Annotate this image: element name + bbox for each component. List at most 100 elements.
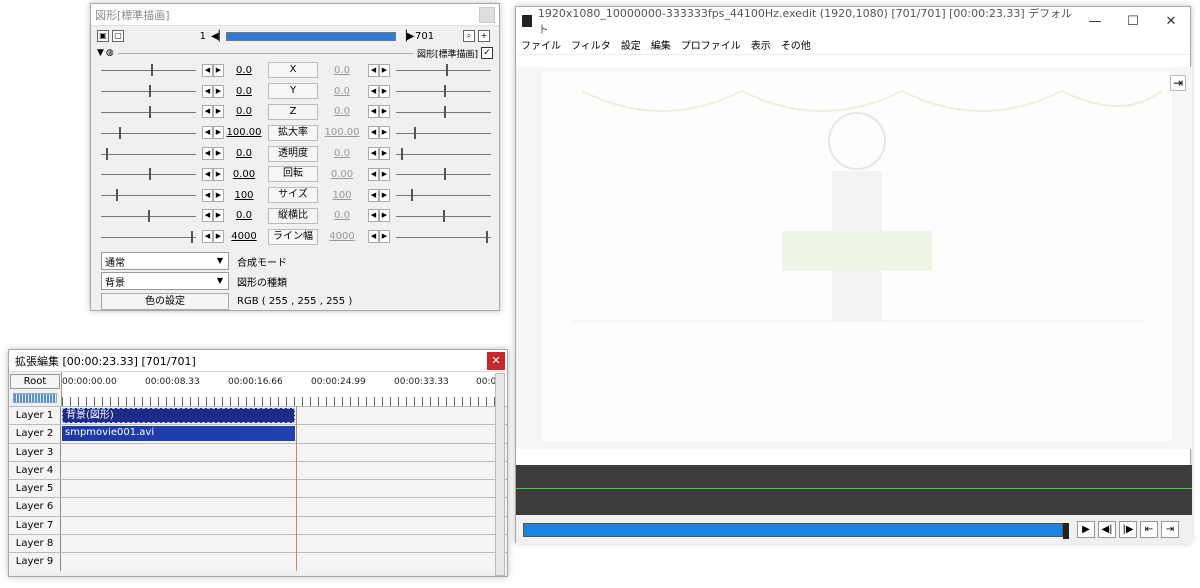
- param-slider-right[interactable]: [396, 63, 491, 77]
- pin-icon[interactable]: ⇥: [1170, 75, 1186, 91]
- param-value-left[interactable]: 0.0: [224, 106, 264, 117]
- param-slider-right[interactable]: [396, 209, 491, 223]
- param-stepper-left[interactable]: ◀ ▶: [202, 126, 224, 140]
- camera-icon[interactable]: ▣: [97, 30, 109, 42]
- collapse-icon[interactable]: ▼: [97, 48, 104, 58]
- play-icon[interactable]: ▶: [1077, 521, 1095, 538]
- param-value-right[interactable]: 0.0: [322, 148, 362, 159]
- param-value-left[interactable]: 0.0: [224, 148, 264, 159]
- step-forward-icon[interactable]: |▶: [1119, 521, 1137, 538]
- param-value-left[interactable]: 0.0: [224, 65, 264, 76]
- param-value-left[interactable]: 0.00: [224, 169, 264, 180]
- param-slider-left[interactable]: [101, 167, 196, 181]
- param-value-left[interactable]: 100.00: [224, 127, 264, 138]
- param-slider-left[interactable]: [101, 188, 196, 202]
- param-slider-left[interactable]: [101, 84, 196, 98]
- playhead-line[interactable]: [296, 406, 297, 571]
- param-stepper-left[interactable]: ◀ ▶: [202, 167, 224, 181]
- param-slider-left[interactable]: [101, 230, 196, 244]
- seek-knob[interactable]: [1063, 522, 1069, 539]
- zoom-slider[interactable]: [13, 393, 57, 403]
- main-seek-bar[interactable]: [523, 522, 1069, 539]
- param-value-right[interactable]: 0.0: [322, 106, 362, 117]
- layer-lane[interactable]: [61, 553, 507, 571]
- param-value-right[interactable]: 0.00: [322, 169, 362, 180]
- param-slider-right[interactable]: [396, 167, 491, 181]
- param-stepper-right[interactable]: ◀ ▶: [368, 230, 390, 244]
- layer-lane[interactable]: [61, 498, 507, 516]
- param-stepper-right[interactable]: ◀ ▶: [368, 84, 390, 98]
- layer-button[interactable]: Layer 8: [9, 535, 61, 553]
- jump-end-icon[interactable]: ⇥: [1161, 521, 1179, 538]
- maximize-icon[interactable]: ☐: [1114, 14, 1152, 29]
- param-name-button[interactable]: Z: [268, 103, 318, 120]
- param-slider-left[interactable]: [101, 147, 196, 161]
- layer-button[interactable]: Layer 9: [9, 553, 61, 571]
- menu-item[interactable]: ファイル: [521, 37, 561, 52]
- param-slider-right[interactable]: [396, 230, 491, 244]
- param-slider-right[interactable]: [396, 126, 491, 140]
- time-ruler[interactable]: 00:00:00.00 00:00:08.33 00:00:16.66 00:00:2…: [61, 372, 507, 406]
- param-name-button[interactable]: ライン幅: [268, 228, 318, 245]
- param-stepper-left[interactable]: ◀ ▶: [202, 105, 224, 119]
- next-frame-icon[interactable]: ▕▶: [399, 31, 414, 42]
- param-value-left[interactable]: 0.0: [224, 86, 264, 97]
- close-button[interactable]: [479, 6, 495, 23]
- menu-item[interactable]: 表示: [751, 37, 771, 52]
- param-stepper-left[interactable]: ◀ ▶: [202, 63, 224, 77]
- jump-start-icon[interactable]: ⇤: [1140, 521, 1158, 538]
- param-value-right[interactable]: 100: [322, 190, 362, 201]
- param-stepper-left[interactable]: ◀ ▶: [202, 209, 224, 223]
- layer-lane[interactable]: [61, 443, 507, 461]
- timeline-clip[interactable]: smpmovie001.avi: [62, 426, 295, 442]
- menu-item[interactable]: フィルタ: [571, 37, 611, 52]
- param-name-button[interactable]: X: [268, 62, 318, 79]
- menu-item[interactable]: その他: [781, 37, 811, 52]
- prev-frame-icon[interactable]: ◀▏: [211, 31, 226, 42]
- param-slider-left[interactable]: [101, 126, 196, 140]
- timeline-clip[interactable]: 背景(図形): [62, 408, 295, 423]
- param-name-button[interactable]: 回転: [268, 166, 318, 183]
- param-slider-right[interactable]: [396, 188, 491, 202]
- param-stepper-left[interactable]: ◀ ▶: [202, 230, 224, 244]
- param-name-button[interactable]: 透明度: [268, 145, 318, 162]
- blend-mode-select[interactable]: 通常 ▼: [101, 252, 229, 271]
- param-slider-right[interactable]: [396, 105, 491, 119]
- close-icon[interactable]: ✕: [487, 351, 505, 370]
- param-slider-right[interactable]: [396, 84, 491, 98]
- param-stepper-right[interactable]: ◀ ▶: [368, 188, 390, 202]
- param-value-left[interactable]: 100: [224, 190, 264, 201]
- root-button[interactable]: Root: [10, 374, 60, 389]
- copy-icon[interactable]: ▢: [112, 30, 124, 42]
- param-slider-left[interactable]: [101, 105, 196, 119]
- add-filter-icon[interactable]: +: [478, 30, 490, 42]
- layer-lane[interactable]: 背景(図形): [61, 407, 507, 425]
- param-name-button[interactable]: サイズ: [268, 187, 318, 204]
- param-value-right[interactable]: 0.0: [322, 65, 362, 76]
- param-slider-left[interactable]: [101, 209, 196, 223]
- layer-button[interactable]: Layer 1: [9, 407, 61, 425]
- layer-lane[interactable]: [61, 535, 507, 553]
- param-value-right[interactable]: 0.0: [322, 86, 362, 97]
- filter-enable-checkbox[interactable]: ✓: [481, 47, 493, 59]
- param-stepper-right[interactable]: ◀ ▶: [368, 105, 390, 119]
- layer-button[interactable]: Layer 7: [9, 516, 61, 535]
- param-value-left[interactable]: 0.0: [224, 210, 264, 221]
- layer-button[interactable]: Layer 6: [9, 498, 61, 516]
- layer-button[interactable]: Layer 3: [9, 443, 61, 461]
- param-value-left[interactable]: 4000: [224, 231, 264, 242]
- object-seek-bar[interactable]: [226, 31, 396, 41]
- layer-button[interactable]: Layer 4: [9, 461, 61, 480]
- layer-lane[interactable]: [61, 516, 507, 535]
- pin-icon[interactable]: ⌕: [463, 30, 475, 42]
- param-value-right[interactable]: 4000: [322, 231, 362, 242]
- param-slider-left[interactable]: [101, 63, 196, 77]
- param-slider-right[interactable]: [396, 147, 491, 161]
- param-stepper-left[interactable]: ◀ ▶: [202, 188, 224, 202]
- layer-button[interactable]: Layer 5: [9, 480, 61, 498]
- param-name-button[interactable]: Y: [268, 83, 318, 100]
- param-stepper-right[interactable]: ◀ ▶: [368, 126, 390, 140]
- layer-button[interactable]: Layer 2: [9, 425, 61, 443]
- param-stepper-left[interactable]: ◀ ▶: [202, 84, 224, 98]
- menu-item[interactable]: 編集: [651, 37, 671, 52]
